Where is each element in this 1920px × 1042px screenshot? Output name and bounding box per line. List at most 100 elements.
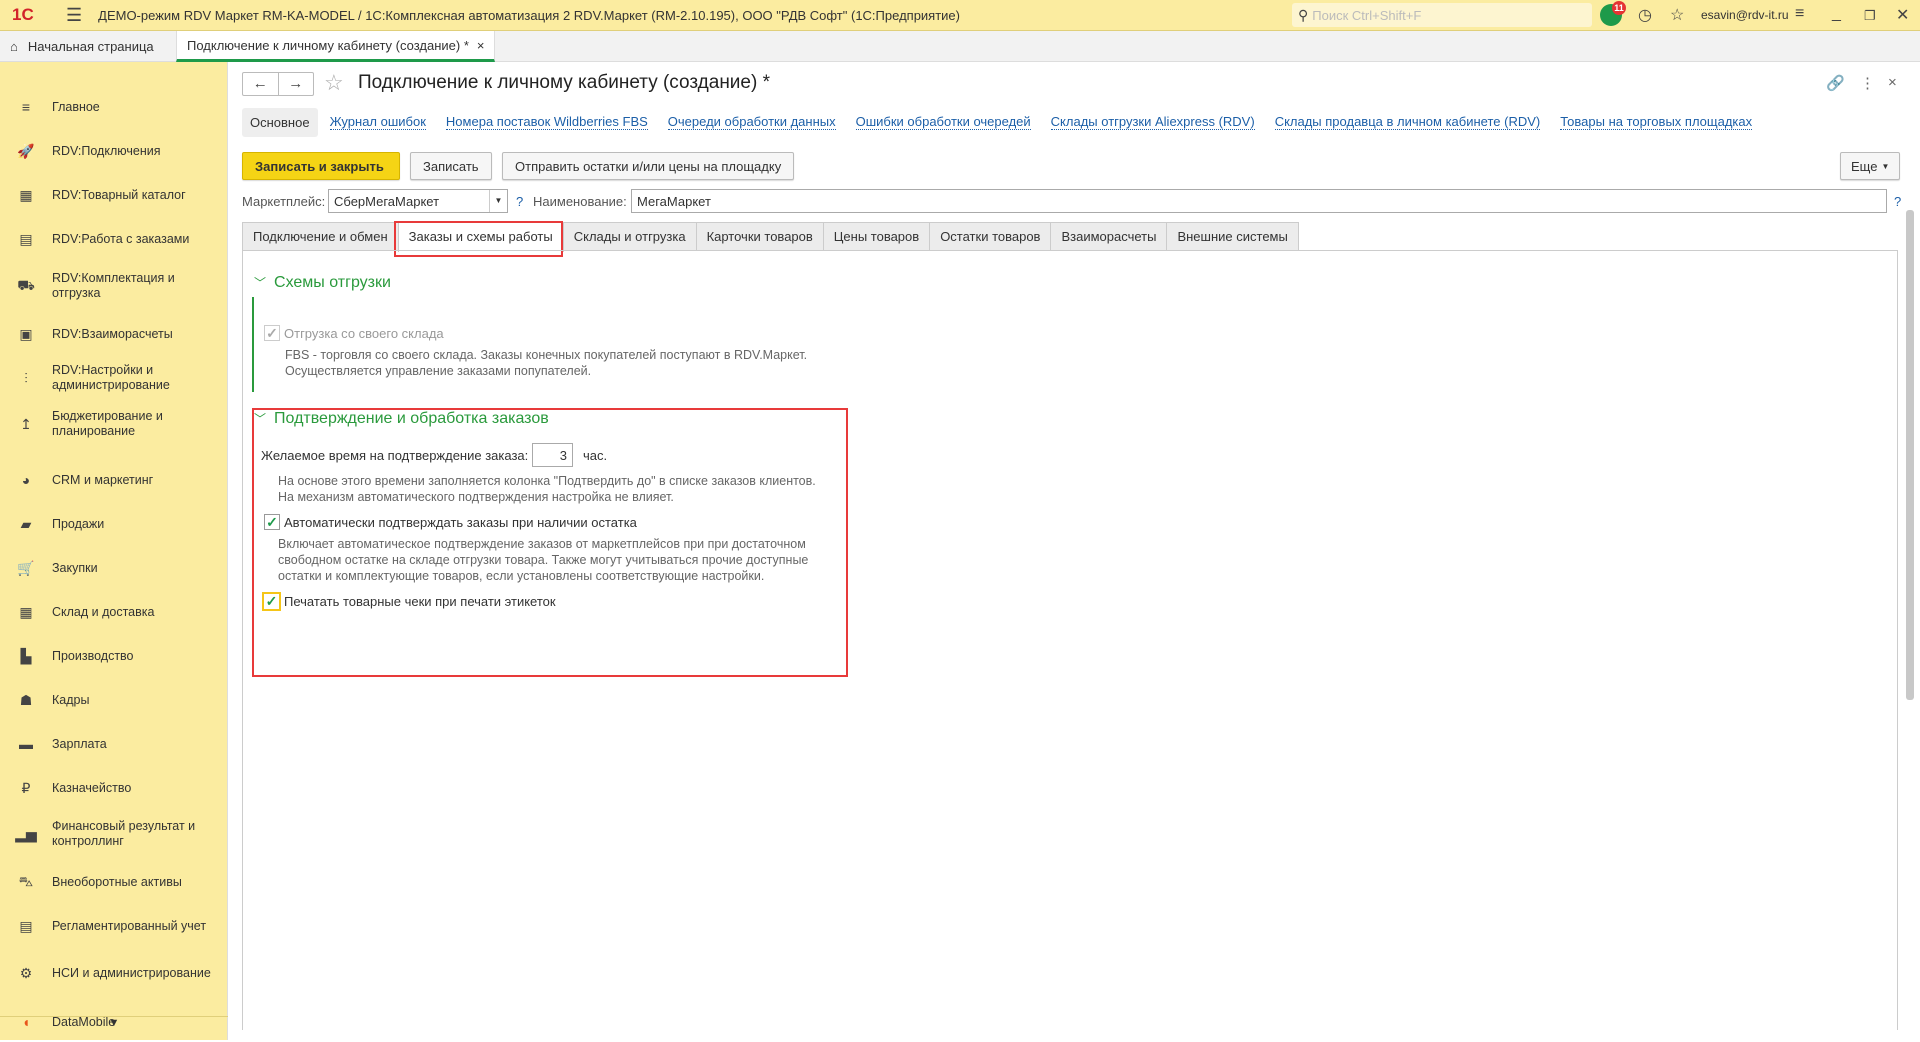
tab-home[interactable]: ⌂ Начальная страница	[0, 31, 164, 62]
link-queue-errors[interactable]: Ошибки обработки очередей	[855, 114, 1031, 130]
marketplace-label: Маркетплейс:	[242, 194, 326, 209]
own-warehouse-checkbox[interactable]: ✓	[264, 325, 280, 341]
sidebar-item[interactable]: ▦ Склад и доставка	[0, 592, 228, 632]
section-icon: ₽	[21, 779, 31, 796]
close-window-icon[interactable]: ✕	[1896, 5, 1909, 25]
sidebar-scroll-down[interactable]: ▼	[0, 1016, 228, 1040]
sidebar-item-label: Производство	[52, 648, 134, 663]
sidebar: ≡ Главное 🚀 RDV:Подключения ▦ RDV:Товарный ка…	[0, 62, 228, 1040]
more-button[interactable]: Еще ▼	[1840, 152, 1901, 180]
link-aliexpress-warehouses[interactable]: Склады отгрузки Aliexpress (RDV)	[1050, 114, 1255, 130]
link-icon[interactable]: 🔗	[1826, 74, 1845, 92]
chevron-down-icon[interactable]: ▼	[489, 190, 507, 212]
sidebar-item-label: Внеоборотные активы	[52, 874, 182, 889]
desc-line: остатки и комплектующие товаров, если ус…	[278, 569, 765, 583]
tab-connection-form[interactable]: Подключение к личному кабинету (создание…	[176, 31, 496, 62]
sidebar-item[interactable]: ▦ RDV:Товарный каталог	[0, 175, 228, 215]
sidebar-item[interactable]: ▬ Зарплата	[0, 724, 228, 764]
sidebar-item-label: Закупки	[52, 560, 98, 575]
sidebar-item-label: CRM и маркетинг	[52, 472, 154, 487]
history-icon[interactable]: ◷	[1638, 5, 1652, 25]
close-tab-icon[interactable]: ×	[477, 38, 485, 53]
settings-menu-icon[interactable]: ≡	[1795, 5, 1804, 23]
time-input[interactable]: 3	[532, 443, 573, 467]
sidebar-item[interactable]: ▂▅ Финансовый результат и контроллинг	[0, 814, 228, 854]
sidebar-item-label: Продажи	[52, 516, 105, 531]
tab-stock[interactable]: Остатки товаров	[929, 222, 1052, 251]
sidebar-item[interactable]: ◕ CRM и маркетинг	[0, 460, 228, 500]
sidebar-item[interactable]: ▰ Продажи	[0, 504, 228, 544]
name-label: Наименование:	[533, 194, 627, 209]
sidebar-item[interactable]: ▙ Производство	[0, 636, 228, 676]
tab-warehouses[interactable]: Склады и отгрузка	[562, 222, 697, 251]
help-icon[interactable]: ?	[1894, 194, 1901, 209]
send-stock-button[interactable]: Отправить остатки и/или цены на площадку	[502, 152, 795, 180]
sidebar-item[interactable]: ▣ RDV:Взаиморасчеты	[0, 314, 228, 354]
own-warehouse-label: Отгрузка со своего склада	[284, 326, 444, 341]
sidebar-item[interactable]: ▤ RDV:Работа с заказами	[0, 219, 228, 259]
sidebar-item-label: RDV:Комплектация и отгрузка	[52, 271, 175, 300]
auto-confirm-checkbox[interactable]: ✓	[264, 514, 280, 530]
sidebar-item-label: RDV:Подключения	[52, 143, 161, 158]
section-shipping-schemes[interactable]: ﹀ Схемы отгрузки	[254, 274, 391, 292]
sidebar-item-label: Бюджетирование и планирование	[52, 409, 163, 438]
menu-icon[interactable]: ☰	[66, 5, 82, 26]
desc-line: Включает автоматическое подтверждение за…	[278, 537, 806, 551]
sidebar-item[interactable]: ↥ Бюджетирование и планирование	[0, 404, 228, 444]
sidebar-item-label: НСИ и администрирование	[52, 965, 211, 980]
save-close-button[interactable]: Записать и закрыть	[242, 152, 400, 180]
close-form-icon[interactable]: ×	[1888, 74, 1897, 91]
favorite-star-icon[interactable]: ☆	[324, 70, 344, 96]
tab-cards[interactable]: Карточки товаров	[695, 222, 824, 251]
minimize-icon[interactable]: _	[1832, 5, 1841, 23]
time-label: Желаемое время на подтверждение заказа:	[261, 448, 529, 463]
desc-line: Осуществляется управление заказами попуп…	[285, 364, 592, 378]
print-receipts-checkbox[interactable]: ✓	[262, 592, 281, 611]
favorites-star-icon[interactable]: ☆	[1670, 5, 1684, 25]
sidebar-item-label: Кадры	[52, 692, 90, 707]
time-desc: На основе этого времени заполняется коло…	[278, 473, 816, 505]
section-title: Подтверждение и обработка заказов	[274, 410, 549, 427]
user-name[interactable]: esavin@rdv-it.ru	[1701, 8, 1789, 22]
back-icon[interactable]: ←	[243, 73, 279, 95]
sidebar-item-label: RDV:Настройки и администрирование	[52, 363, 170, 392]
name-input[interactable]: МегаМаркет	[631, 189, 1887, 213]
marketplace-select[interactable]: СберМегаМаркет ▼	[328, 189, 508, 213]
open-tabs-bar: ⌂ Начальная страница Подключение к личном…	[0, 31, 1920, 62]
sidebar-item-label: RDV:Товарный каталог	[52, 187, 186, 202]
link-error-log[interactable]: Журнал ошибок	[329, 114, 426, 130]
link-wb-fbs[interactable]: Номера поставок Wildberries FBS	[445, 114, 648, 130]
sidebar-item[interactable]: 🛒 Закупки	[0, 548, 228, 588]
sidebar-item[interactable]: ⛟ RDV:Комплектация и отгрузка	[0, 266, 228, 306]
sidebar-item-label: Регламентированный учет	[52, 918, 207, 933]
scrollbar[interactable]	[1906, 210, 1914, 700]
section-icon: ▤	[19, 917, 33, 934]
sidebar-item-label: Финансовый результат и контроллинг	[52, 819, 196, 848]
sidebar-item[interactable]: 🚀 RDV:Подключения	[0, 131, 228, 171]
link-seller-warehouses[interactable]: Склады продавца в личном кабинете (RDV)	[1274, 114, 1541, 130]
tab-external[interactable]: Внешние системы	[1166, 222, 1299, 251]
tab-prices[interactable]: Цены товаров	[822, 222, 931, 251]
nav-main[interactable]: Основное	[242, 107, 318, 137]
tab-settlements[interactable]: Взаиморасчеты	[1050, 222, 1168, 251]
help-icon[interactable]: ?	[516, 194, 523, 209]
sidebar-item[interactable]: ≡ Главное	[0, 87, 228, 127]
section-icon: ▬	[19, 736, 33, 752]
sidebar-item[interactable]: ☗ Кадры	[0, 680, 228, 720]
forward-icon[interactable]: →	[279, 73, 314, 95]
link-queues[interactable]: Очереди обработки данных	[667, 114, 836, 130]
tab-connection[interactable]: Подключение и обмен	[242, 222, 399, 251]
sidebar-item[interactable]: ⫶ RDV:Настройки и администрирование	[0, 358, 228, 398]
sidebar-item-label: RDV:Работа с заказами	[52, 231, 190, 246]
save-button[interactable]: Записать	[410, 152, 492, 180]
restore-icon[interactable]: ❐	[1864, 8, 1876, 24]
sidebar-item[interactable]: ⛍ Внеоборотные активы	[0, 862, 228, 902]
link-marketplace-goods[interactable]: Товары на торговых площадках	[1560, 114, 1753, 130]
sidebar-item-label: Склад и доставка	[52, 604, 155, 619]
search-input[interactable]: ⚲ Поиск Ctrl+Shift+F	[1292, 3, 1592, 27]
more-vert-icon[interactable]: ⋮	[1860, 74, 1875, 92]
sidebar-item[interactable]: ⚙ НСИ и администрирование	[0, 953, 228, 993]
section-order-confirmation[interactable]: ﹀ Подтверждение и обработка заказов	[254, 410, 549, 428]
sidebar-item[interactable]: ▤ Регламентированный учет	[0, 906, 228, 946]
sidebar-item[interactable]: ₽ Казначейство	[0, 768, 228, 808]
